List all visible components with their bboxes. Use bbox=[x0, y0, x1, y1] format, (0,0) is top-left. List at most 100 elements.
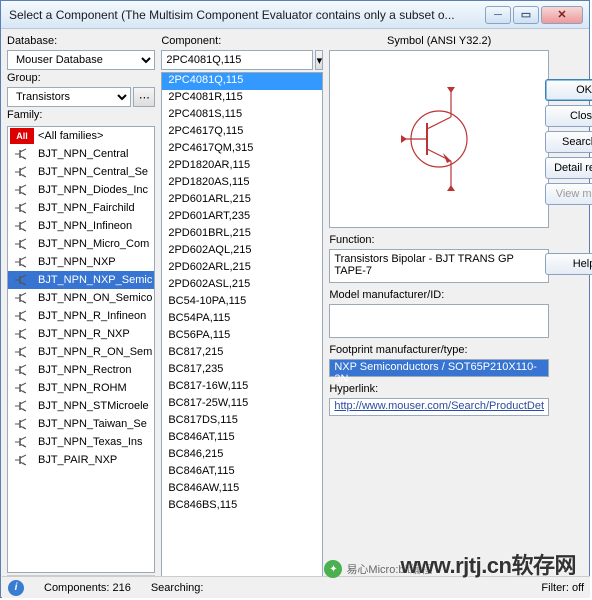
family-item[interactable]: BJT_NPN_Central_Se bbox=[8, 163, 154, 181]
component-item[interactable]: BC817,235 bbox=[162, 362, 322, 379]
family-list[interactable]: All <All families> BJT_NPN_Central BJT_NPN_… bbox=[7, 126, 155, 573]
watermark-main: www.rjtj.cn软存网 bbox=[400, 548, 576, 580]
component-item[interactable]: 2PD602ASL,215 bbox=[162, 277, 322, 294]
component-item[interactable]: 2PD602ARL,215 bbox=[162, 260, 322, 277]
family-item[interactable]: BJT_NPN_Central bbox=[8, 145, 154, 163]
component-item[interactable]: BC846AT,115 bbox=[162, 430, 322, 447]
family-item[interactable]: All <All families> bbox=[8, 127, 154, 145]
transistor-icon bbox=[10, 308, 34, 324]
status-components: Components: 216 bbox=[44, 582, 131, 594]
family-item[interactable]: BJT_NPN_Rectron bbox=[8, 361, 154, 379]
family-item-label: BJT_NPN_NXP_Semic bbox=[38, 274, 152, 286]
function-text: Transistors Bipolar - BJT TRANS GP TAPE-… bbox=[329, 249, 549, 283]
component-item[interactable]: BC54-10PA,115 bbox=[162, 294, 322, 311]
footprint-text[interactable]: NXP Semiconductors / SOT65P210X110-3N bbox=[329, 359, 549, 377]
component-item[interactable]: BC846,215 bbox=[162, 447, 322, 464]
model-label: Model manufacturer/ID: bbox=[329, 289, 592, 301]
component-item[interactable]: BC817DS,115 bbox=[162, 413, 322, 430]
transistor-icon bbox=[10, 164, 34, 180]
component-label: Component: bbox=[161, 35, 323, 47]
component-item[interactable]: BC54PA,115 bbox=[162, 311, 322, 328]
component-item[interactable]: 2PD601BRL,215 bbox=[162, 226, 322, 243]
status-searching: Searching: bbox=[151, 582, 204, 594]
component-item[interactable]: BC817-25W,115 bbox=[162, 396, 322, 413]
component-item[interactable]: 2PD601ART,235 bbox=[162, 209, 322, 226]
transistor-icon bbox=[10, 398, 34, 414]
family-item[interactable]: BJT_NPN_Fairchild bbox=[8, 199, 154, 217]
family-item-label: BJT_NPN_R_NXP bbox=[38, 328, 130, 340]
transistor-icon bbox=[10, 290, 34, 306]
family-item-label: BJT_NPN_Taiwan_Se bbox=[38, 418, 147, 430]
transistor-icon bbox=[10, 344, 34, 360]
group-select[interactable]: Transistors bbox=[7, 87, 131, 107]
family-item[interactable]: BJT_NPN_Micro_Com bbox=[8, 235, 154, 253]
close-window-button[interactable]: ✕ bbox=[541, 6, 583, 24]
component-item[interactable]: 2PD1820AR,115 bbox=[162, 158, 322, 175]
component-item[interactable]: BC846AW,115 bbox=[162, 481, 322, 498]
component-item[interactable]: 2PC4617Q,115 bbox=[162, 124, 322, 141]
database-label: Database: bbox=[7, 35, 155, 47]
family-item-label: BJT_NPN_R_ON_Sem bbox=[38, 346, 152, 358]
detail-report-button[interactable]: Detail report bbox=[545, 157, 592, 179]
minimize-button[interactable]: ─ bbox=[485, 6, 511, 24]
component-input[interactable] bbox=[161, 50, 313, 70]
transistor-icon bbox=[10, 200, 34, 216]
component-list[interactable]: 2PC4081Q,1152PC4081R,1152PC4081S,1152PC4… bbox=[161, 72, 323, 591]
family-item-label: BJT_NPN_Fairchild bbox=[38, 202, 135, 214]
component-item[interactable]: 2PD601ARL,215 bbox=[162, 192, 322, 209]
transistor-icon bbox=[10, 380, 34, 396]
view-model-button[interactable]: View model bbox=[545, 183, 592, 205]
all-icon: All bbox=[10, 128, 34, 144]
component-item[interactable]: 2PC4081S,115 bbox=[162, 107, 322, 124]
component-item[interactable]: BC846AT,115 bbox=[162, 464, 322, 481]
component-item[interactable]: 2PC4081Q,115 bbox=[162, 73, 322, 90]
family-item[interactable]: BJT_NPN_ON_Semico bbox=[8, 289, 154, 307]
transistor-icon bbox=[10, 434, 34, 450]
info-icon: i bbox=[8, 580, 24, 596]
family-item[interactable]: BJT_NPN_R_ON_Sem bbox=[8, 343, 154, 361]
family-item-label: BJT_NPN_Infineon bbox=[38, 220, 132, 232]
hyperlink-label: Hyperlink: bbox=[329, 383, 592, 395]
family-item[interactable]: BJT_NPN_ROHM bbox=[8, 379, 154, 397]
family-item-label: BJT_NPN_R_Infineon bbox=[38, 310, 146, 322]
family-item-label: <All families> bbox=[38, 130, 103, 142]
group-filter-button[interactable]: ⋯ bbox=[133, 87, 155, 107]
component-item[interactable]: 2PC4081R,115 bbox=[162, 90, 322, 107]
family-item-label: BJT_NPN_STMicroele bbox=[38, 400, 149, 412]
component-item[interactable]: BC817-16W,115 bbox=[162, 379, 322, 396]
family-item-label: BJT_NPN_Central_Se bbox=[38, 166, 148, 178]
symbol-label: Symbol (ANSI Y32.2) bbox=[329, 35, 549, 47]
component-item[interactable]: 2PD1820AS,115 bbox=[162, 175, 322, 192]
family-item[interactable]: BJT_PAIR_NXP bbox=[8, 451, 154, 469]
family-item[interactable]: BJT_NPN_NXP bbox=[8, 253, 154, 271]
hyperlink-text[interactable]: http://www.mouser.com/Search/ProductDet bbox=[329, 398, 549, 416]
database-select[interactable]: Mouser Database bbox=[7, 50, 155, 70]
family-item[interactable]: BJT_NPN_Infineon bbox=[8, 217, 154, 235]
family-item-label: BJT_NPN_Rectron bbox=[38, 364, 132, 376]
status-filter: Filter: off bbox=[541, 582, 584, 594]
component-item[interactable]: BC56PA,115 bbox=[162, 328, 322, 345]
component-item[interactable]: BC817,215 bbox=[162, 345, 322, 362]
family-item[interactable]: BJT_NPN_R_Infineon bbox=[8, 307, 154, 325]
transistor-icon bbox=[10, 272, 34, 288]
component-item[interactable]: 2PD602AQL,215 bbox=[162, 243, 322, 260]
npn-transistor-icon bbox=[389, 79, 489, 199]
component-item[interactable]: 2PC4617QM,315 bbox=[162, 141, 322, 158]
family-item[interactable]: BJT_NPN_Diodes_Inc bbox=[8, 181, 154, 199]
family-item-label: BJT_NPN_NXP bbox=[38, 256, 116, 268]
family-item[interactable]: BJT_NPN_STMicroele bbox=[8, 397, 154, 415]
family-item[interactable]: BJT_NPN_R_NXP bbox=[8, 325, 154, 343]
transistor-icon bbox=[10, 416, 34, 432]
search-button[interactable]: Search... bbox=[545, 131, 592, 153]
component-item[interactable]: BC846BS,115 bbox=[162, 498, 322, 515]
ok-button[interactable]: OK bbox=[545, 79, 592, 101]
component-filter-button[interactable]: ▾ bbox=[315, 50, 323, 70]
family-item[interactable]: BJT_NPN_NXP_Semic bbox=[8, 271, 154, 289]
close-button[interactable]: Close bbox=[545, 105, 592, 127]
family-item[interactable]: BJT_NPN_Taiwan_Se bbox=[8, 415, 154, 433]
maximize-button[interactable]: ▭ bbox=[513, 6, 539, 24]
help-button[interactable]: Help bbox=[545, 253, 592, 275]
transistor-icon bbox=[10, 182, 34, 198]
window-title: Select a Component (The Multisim Compone… bbox=[7, 8, 485, 22]
family-item[interactable]: BJT_NPN_Texas_Ins bbox=[8, 433, 154, 451]
